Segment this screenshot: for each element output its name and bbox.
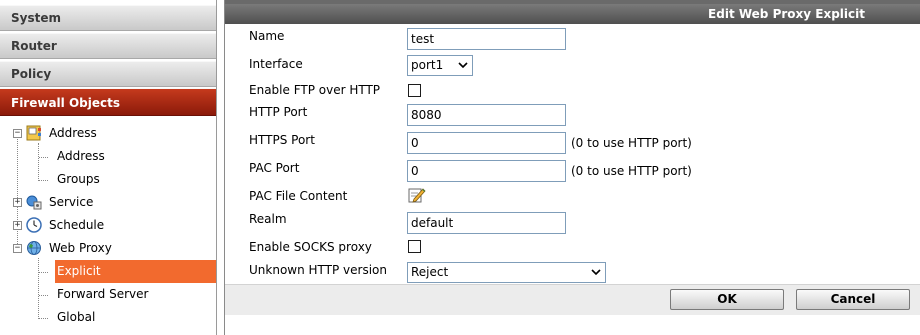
expand-schedule-icon[interactable]: + xyxy=(13,221,22,230)
tree-connector xyxy=(39,157,48,158)
service-icon xyxy=(26,195,42,210)
nav-section-policy[interactable]: Policy xyxy=(0,61,216,87)
interface-select-value: port1 xyxy=(411,58,444,72)
globe-icon xyxy=(27,241,41,255)
pac-file-content-label: PAC File Content xyxy=(249,189,348,203)
tree-connector xyxy=(39,318,48,319)
realm-label: Realm xyxy=(249,212,287,226)
tree-item-schedule[interactable]: Schedule xyxy=(49,214,104,237)
tree-item-forward-server[interactable]: Forward Server xyxy=(57,283,148,306)
chevron-down-icon xyxy=(591,269,601,276)
cancel-button[interactable]: Cancel xyxy=(796,289,910,310)
pac-port-label: PAC Port xyxy=(249,161,300,175)
collapse-web-proxy-icon[interactable]: − xyxy=(13,244,22,253)
navigation-panel: System Router Policy Firewall Objects − … xyxy=(0,0,217,335)
edit-panel: Edit Web Proxy Explicit Name test Interf… xyxy=(224,0,920,335)
socks-proxy-label: Enable SOCKS proxy xyxy=(249,240,372,254)
socks-proxy-checkbox[interactable] xyxy=(408,240,421,253)
clock-icon xyxy=(26,217,42,233)
edit-pencil-icon[interactable] xyxy=(408,186,426,204)
https-port-hint: (0 to use HTTP port) xyxy=(571,136,692,150)
tree-connector xyxy=(38,258,39,319)
unknown-http-version-select[interactable]: Reject xyxy=(407,262,606,283)
https-port-label: HTTPS Port xyxy=(249,133,315,147)
tree-item-groups[interactable]: Groups xyxy=(57,168,100,191)
unknown-http-version-label: Unknown HTTP version xyxy=(249,263,387,277)
expand-service-icon[interactable]: + xyxy=(13,198,22,207)
nav-section-router[interactable]: Router xyxy=(0,33,216,59)
interface-select[interactable]: port1 xyxy=(407,55,473,76)
tree-item-global[interactable]: Global xyxy=(57,306,95,329)
nav-section-system[interactable]: System xyxy=(0,5,216,31)
tree-connector xyxy=(39,180,48,181)
realm-input[interactable]: default xyxy=(407,212,566,234)
tree-connector xyxy=(38,143,39,181)
ftp-over-http-checkbox[interactable] xyxy=(408,84,421,97)
address-book-icon xyxy=(26,125,41,141)
tree-item-explicit[interactable]: Explicit xyxy=(55,260,216,283)
http-port-label: HTTP Port xyxy=(249,105,308,119)
chevron-down-icon xyxy=(458,62,468,69)
name-label: Name xyxy=(249,29,285,43)
tree-item-address[interactable]: Address xyxy=(57,145,105,168)
name-input[interactable]: test xyxy=(407,28,566,50)
collapse-address-icon[interactable]: − xyxy=(13,129,22,138)
tree-connector xyxy=(39,295,48,296)
https-port-input[interactable]: 0 xyxy=(407,132,566,154)
unknown-http-version-value: Reject xyxy=(411,265,449,279)
interface-label: Interface xyxy=(249,57,303,71)
tree-item-address-group[interactable]: Address xyxy=(49,122,97,145)
tree-item-web-proxy[interactable]: Web Proxy xyxy=(49,237,112,260)
tree-item-service[interactable]: Service xyxy=(49,191,93,214)
ftp-over-http-label: Enable FTP over HTTP xyxy=(249,83,381,97)
http-port-input[interactable]: 8080 xyxy=(407,104,566,126)
pac-port-input[interactable]: 0 xyxy=(407,160,566,182)
panel-title: Edit Web Proxy Explicit xyxy=(225,4,920,24)
nav-section-firewall-objects[interactable]: Firewall Objects xyxy=(0,88,216,116)
tree-connector xyxy=(17,139,18,250)
ok-button[interactable]: OK xyxy=(670,289,784,310)
tree-connector xyxy=(39,272,48,273)
pac-port-hint: (0 to use HTTP port) xyxy=(571,164,692,178)
